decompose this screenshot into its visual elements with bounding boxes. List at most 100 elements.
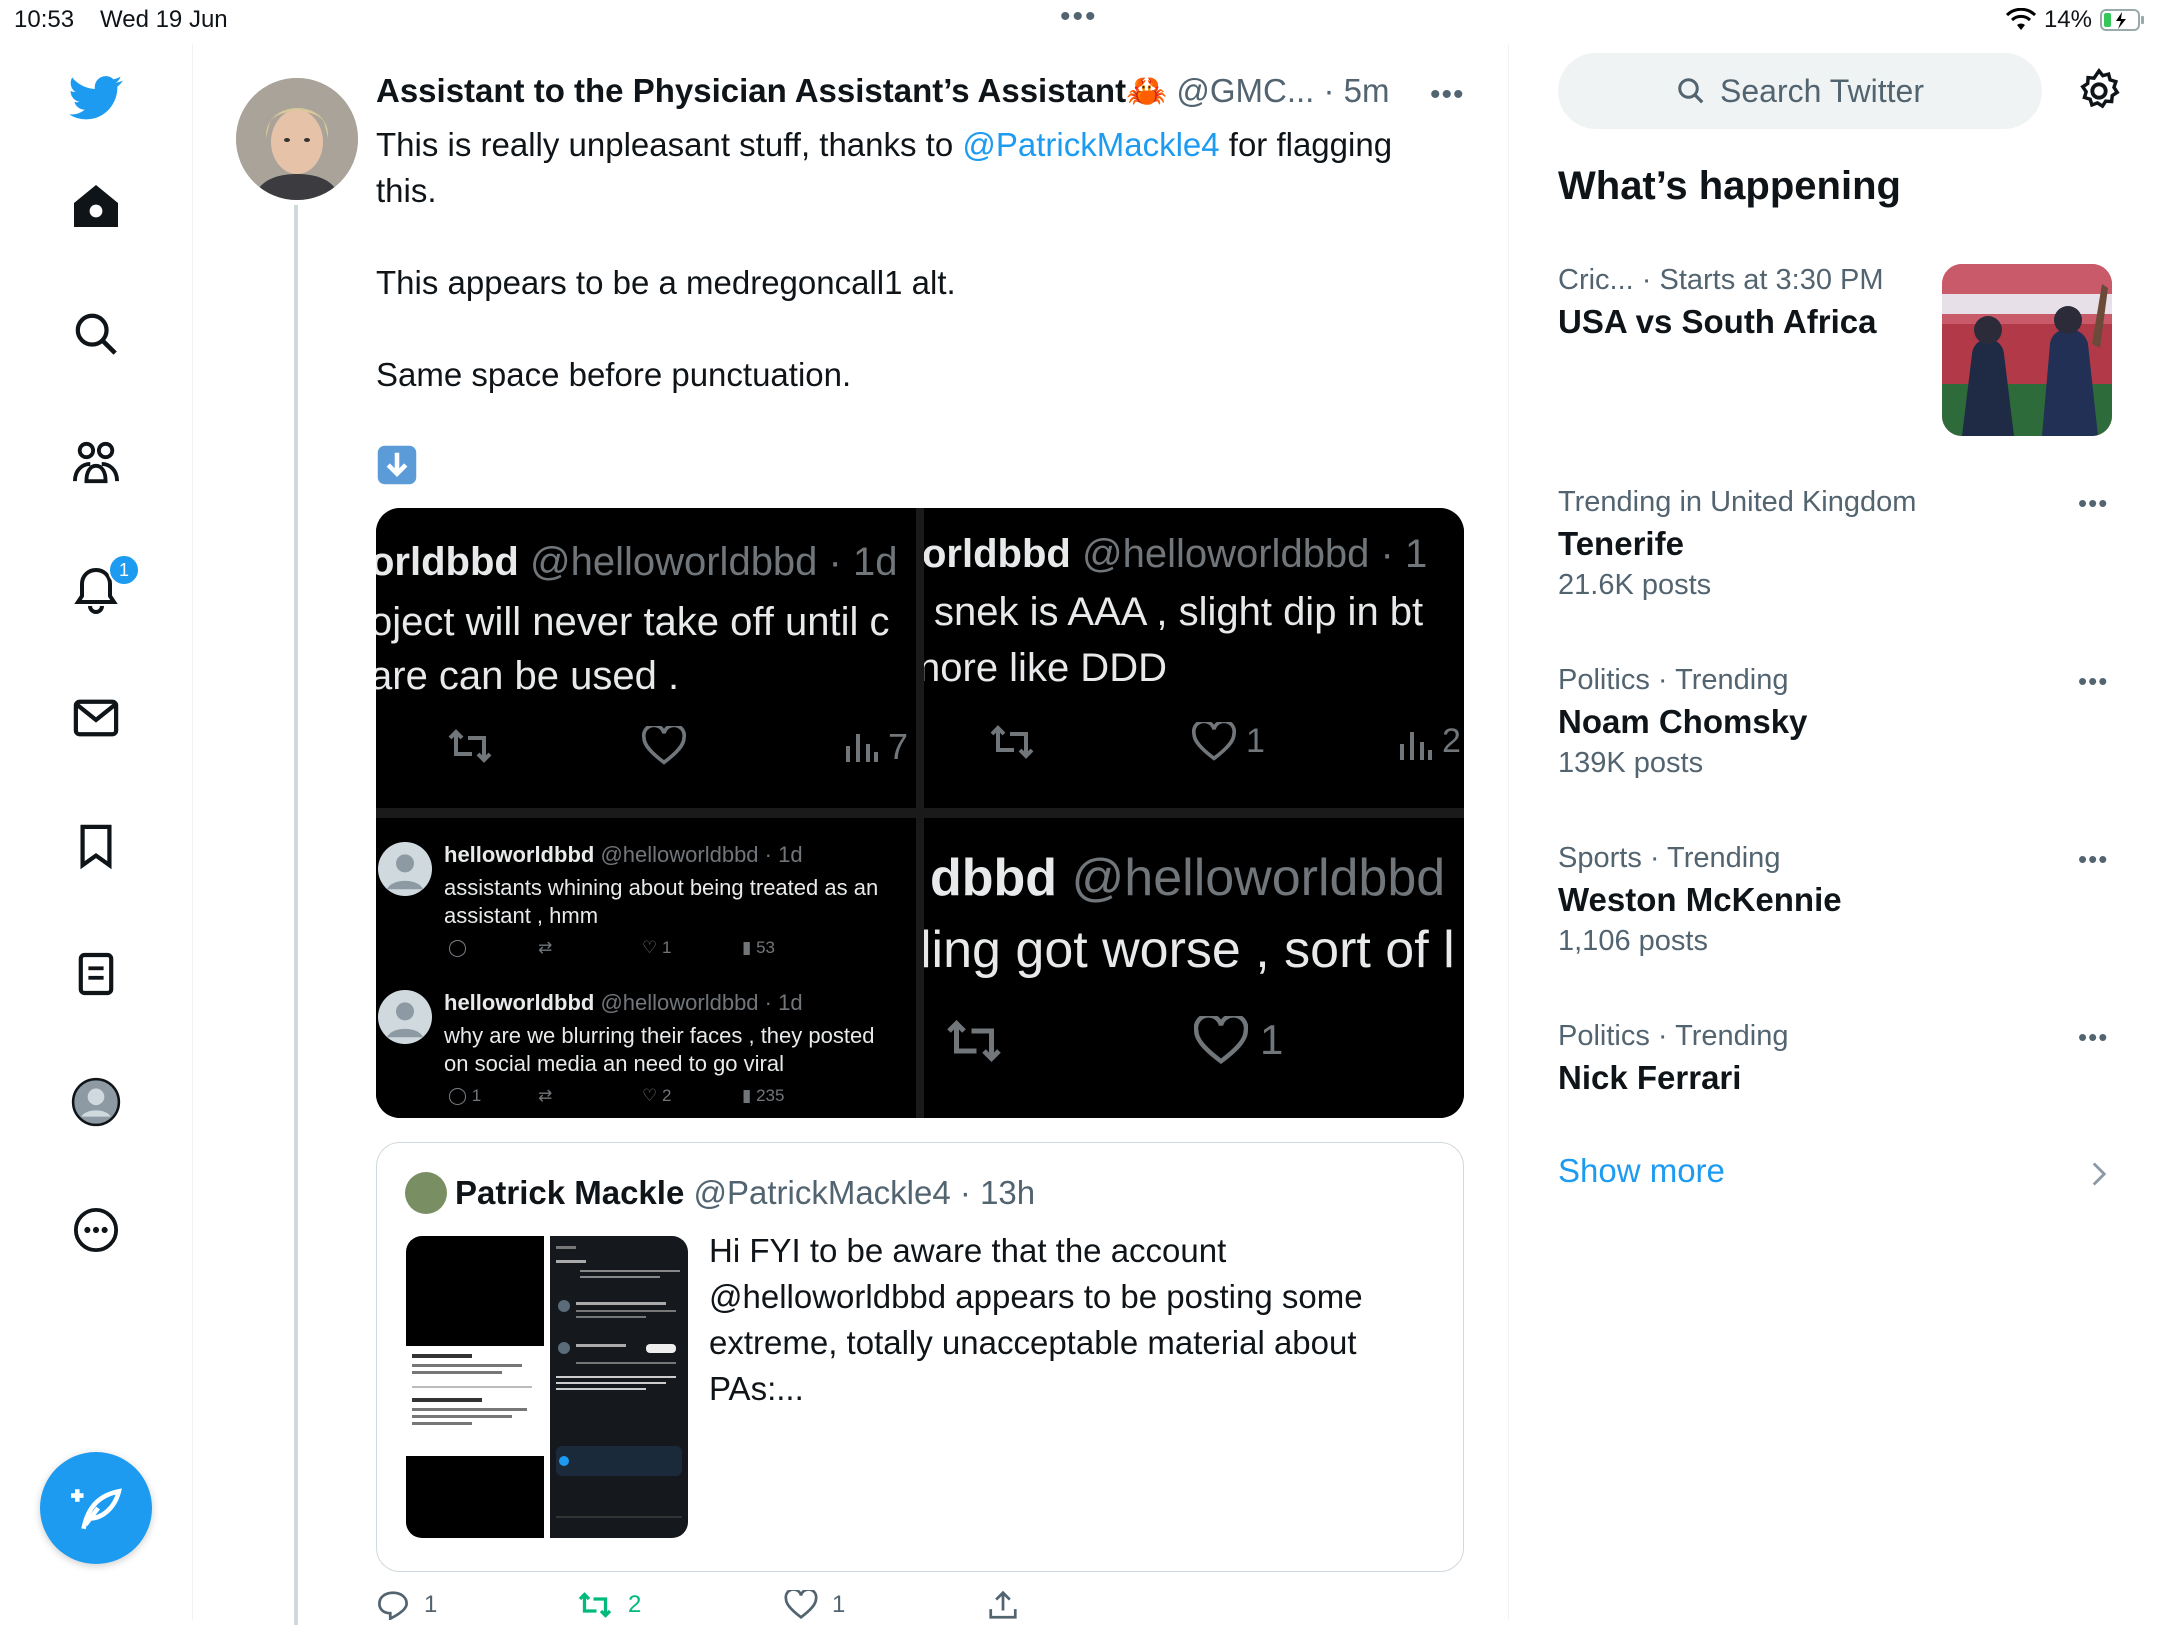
home-icon[interactable] [64,174,128,238]
author-display-name[interactable]: Assistant to the Physician Assistant’s A… [376,72,1167,109]
media-2-name: orldbbd [924,532,1071,576]
author-handle[interactable]: @GMC... [1176,72,1314,109]
left-nav: 1 [0,44,193,1620]
share-icon [989,1590,1017,1619]
settings-gear-icon[interactable] [2076,67,2122,114]
media-3-avatar-1-icon [378,842,432,896]
media-4-meta: @helloworldbbd [1071,849,1446,907]
trend-category-text: Cric... [1558,264,1634,296]
media-3-post-1-views: 53 [756,938,775,957]
media-image-3[interactable]: helloworldbbd @helloworldbbd · 1d assist… [376,818,916,1118]
mention-link[interactable]: @PatrickMackle4 [962,126,1219,163]
trend-3-more-icon[interactable]: ••• [2078,666,2108,697]
media-1-line-2: oject will never take off until c [376,600,890,644]
media-3-post-2-name: helloworldbbd [444,990,595,1015]
profile-avatar-icon[interactable] [64,1070,128,1134]
tweet-action-bar: 1 2 1 [376,1590,1076,1620]
media-image-1[interactable]: orldbbd @helloworldbbd · 1d oject will n… [376,508,916,808]
media-1-like-icon [642,726,686,765]
author-avatar[interactable] [236,78,358,200]
status-date: Wed 19 Jun [100,6,228,33]
quoted-handle[interactable]: @PatrickMackle4 [693,1174,950,1211]
share-button[interactable] [988,1590,1018,1620]
reply-button[interactable]: 1 [376,1590,437,1620]
media-2-like-icon [1192,722,1236,761]
tweet-time[interactable]: 5m [1344,72,1390,109]
media-3-post-2-views: 235 [756,1086,785,1105]
status-indicators: 14% [2005,6,2146,34]
retweet-button[interactable]: 2 [576,1590,641,1620]
search-icon[interactable] [64,302,128,366]
like-icon [784,1590,818,1619]
chevron-right-icon [2092,1162,2107,1186]
trend-item-5[interactable]: Politics · Trending Nick Ferrari [1558,1020,2118,1097]
tweet-header: Assistant to the Physician Assistant’s A… [376,72,1390,111]
trend-start-time: · Starts at 3:30 PM [1633,264,1884,296]
media-2-line-2: snek is AAA , slight dip in bt [934,590,1424,634]
twitter-logo-icon[interactable] [64,66,128,130]
retweet-icon [578,1592,612,1618]
trend-2-more-icon[interactable]: ••• [2078,488,2108,519]
trend-name: Nick Ferrari [1558,1059,1742,1096]
wifi-icon [2005,8,2036,30]
communities-icon[interactable] [64,430,128,494]
tweet-paragraph-3: Same space before punctuation. [376,356,852,393]
quoted-time: 13h [980,1174,1036,1211]
multitask-dots-icon[interactable]: ••• [1060,0,1098,34]
media-3-avatar-2-icon [378,990,432,1044]
media-1-name: orldbbd [376,540,519,584]
notifications-badge: 1 [108,554,140,586]
reply-count: 1 [424,1591,438,1618]
media-3-post-1-text: assistants whining about being treated a… [444,875,879,928]
trend-post-count: 139K posts [1558,747,1704,779]
media-3-post-1-header: helloworldbbd @helloworldbbd · 1d [444,842,803,868]
trend-item-3[interactable]: Politics · Trending Noam Chomsky 139K po… [1558,664,2118,780]
search-placeholder: Search Twitter [1720,72,1924,109]
compose-tweet-button[interactable] [40,1452,152,1564]
media-2-meta: @helloworldbbd · 1 [1081,532,1428,576]
media-4-retweet-icon [947,1019,1001,1063]
like-button[interactable]: 1 [784,1590,845,1620]
trend-name: Weston McKennie [1558,881,1842,918]
status-bar: 10:53 Wed 19 Jun ••• 14% [0,0,2160,44]
media-4-likes: 1 [1260,1016,1284,1063]
like-count: 1 [832,1591,846,1618]
retweet-count: 2 [628,1591,642,1618]
trend-item-4[interactable]: Sports · Trending Weston McKennie 1,106 … [1558,842,2118,958]
quoted-media-image-2[interactable] [550,1236,688,1538]
tweet-media-grid[interactable]: orldbbd @helloworldbbd · 1d oject will n… [376,508,1464,1118]
trend-item-2[interactable]: Trending in United Kingdom Tenerife 21.6… [1558,486,2118,602]
media-1-views: 7 [888,726,909,767]
quoted-display-name[interactable]: Patrick Mackle [455,1174,684,1211]
media-2-header: orldbbd @helloworldbbd · 1 [924,532,1427,577]
media-2-likes: 1 [1246,722,1265,760]
search-twitter-input[interactable]: Search Twitter [1558,53,2042,129]
quoted-media-image-1[interactable] [406,1236,544,1538]
battery-percent: 14% [2043,6,2092,33]
tweet-more-icon[interactable]: ••• [1430,78,1465,112]
trend-category: Politics · Trending [1558,1020,1789,1052]
media-2-retweet-icon [990,725,1034,759]
show-more-link[interactable]: Show more [1558,1152,1725,1190]
lists-icon[interactable] [64,942,128,1006]
trend-image[interactable] [1942,264,2112,436]
quoted-author-avatar[interactable] [405,1172,447,1214]
trend-5-more-icon[interactable]: ••• [2078,1022,2108,1053]
bookmark-icon[interactable] [64,814,128,878]
trend-4-more-icon[interactable]: ••• [2078,844,2108,875]
media-2-views: 2 [1442,722,1461,760]
media-image-2[interactable]: orldbbd @helloworldbbd · 1 snek is AAA ,… [924,508,1464,808]
media-image-4[interactable]: dbbd @helloworldbbd ling got worse , sor… [924,818,1464,1118]
media-4-header: dbbd @helloworldbbd [930,848,1445,908]
reply-icon [377,1591,409,1620]
thread-connector-line [294,205,298,1625]
compose-feather-icon [71,1488,122,1530]
messages-envelope-icon[interactable] [64,686,128,750]
trend-category: Sports · Trending [1558,842,1781,874]
media-3-post-1-meta: @helloworldbbd · 1d [600,842,803,867]
tweet-text-part: This is really unpleasant stuff, thanks … [376,126,963,163]
media-3-post-2-meta: @helloworldbbd · 1d [600,990,803,1015]
more-options-icon[interactable] [64,1198,128,1262]
status-time: 10:53 [14,6,75,33]
trend-post-count: 1,106 posts [1558,925,1708,957]
